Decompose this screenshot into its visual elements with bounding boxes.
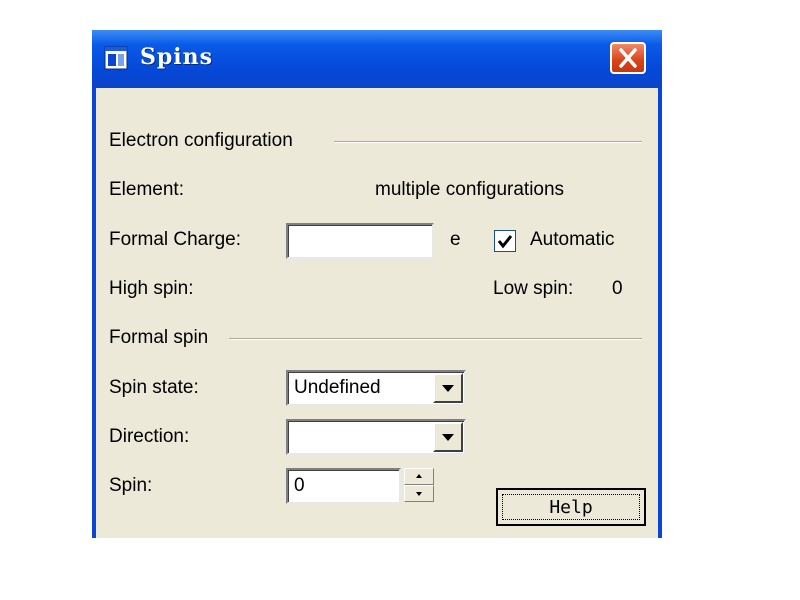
spin-increment-button[interactable]	[404, 468, 434, 485]
formal-charge-unit: e	[450, 229, 461, 250]
low-spin-label: Low spin:	[493, 278, 574, 299]
formal-charge-label: Formal Charge:	[109, 229, 241, 250]
automatic-label[interactable]: Automatic	[530, 229, 614, 251]
formal-charge-input[interactable]	[286, 223, 434, 259]
electron-configuration-divider	[334, 141, 642, 143]
arrow-up-icon	[416, 474, 422, 478]
chevron-down-icon	[442, 434, 454, 441]
close-icon	[619, 48, 637, 68]
formal-spin-divider	[229, 338, 642, 340]
window-app-icon	[104, 46, 128, 70]
electron-configuration-group-label: Electron configuration	[109, 130, 293, 151]
spin-state-label: Spin state:	[109, 377, 199, 398]
dialog-client-area: Electron configuration Element: multiple…	[96, 88, 658, 538]
spin-label: Spin:	[109, 475, 153, 496]
help-button-label: Help	[502, 494, 640, 520]
spin-input[interactable]	[286, 468, 401, 504]
automatic-checkbox[interactable]	[494, 230, 516, 252]
direction-dropdown-button[interactable]	[433, 422, 463, 452]
spins-dialog: Spins Electron configuration Element: mu…	[92, 30, 662, 538]
window-title: Spins	[140, 44, 214, 70]
direction-select[interactable]	[286, 419, 466, 455]
high-spin-label: High spin:	[109, 278, 194, 299]
spin-state-dropdown-button[interactable]	[433, 373, 463, 403]
close-button[interactable]	[610, 42, 646, 74]
spin-state-select[interactable]: Undefined	[286, 370, 466, 406]
spin-decrement-button[interactable]	[404, 485, 434, 502]
direction-label: Direction:	[109, 426, 190, 447]
spin-state-value: Undefined	[294, 377, 381, 398]
arrow-down-icon	[416, 492, 422, 496]
chevron-down-icon	[442, 385, 454, 392]
low-spin-value: 0	[612, 278, 623, 299]
element-label: Element:	[109, 179, 184, 200]
title-bar[interactable]: Spins	[92, 30, 662, 88]
formal-spin-group-label: Formal spin	[109, 327, 209, 348]
checkmark-icon	[497, 235, 513, 249]
help-button[interactable]: Help	[496, 488, 646, 526]
element-value: multiple configurations	[375, 179, 565, 200]
